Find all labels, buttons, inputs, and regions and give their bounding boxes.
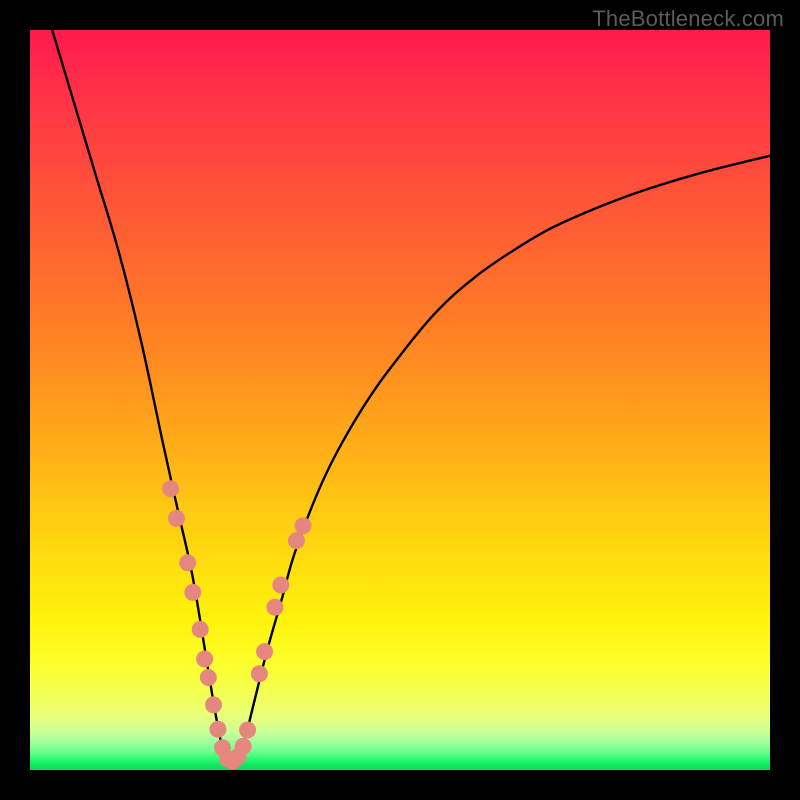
data-marker — [184, 584, 201, 601]
data-marker — [205, 696, 222, 713]
data-marker — [272, 577, 289, 594]
data-marker — [235, 738, 252, 755]
bottleneck-curve — [52, 30, 770, 763]
plot-area — [30, 30, 770, 770]
data-marker — [209, 721, 226, 738]
data-marker — [295, 517, 312, 534]
data-marker — [288, 532, 305, 549]
data-marker — [179, 554, 196, 571]
data-marker — [239, 722, 256, 739]
data-marker — [196, 651, 213, 668]
data-marker — [162, 480, 179, 497]
data-marker — [251, 665, 268, 682]
marker-group — [162, 480, 311, 769]
watermark-text: TheBottleneck.com — [592, 6, 784, 32]
curve-layer — [30, 30, 770, 770]
data-marker — [192, 621, 209, 638]
data-marker — [168, 510, 185, 527]
data-marker — [200, 669, 217, 686]
data-marker — [256, 643, 273, 660]
data-marker — [266, 599, 283, 616]
chart-container: TheBottleneck.com — [0, 0, 800, 800]
